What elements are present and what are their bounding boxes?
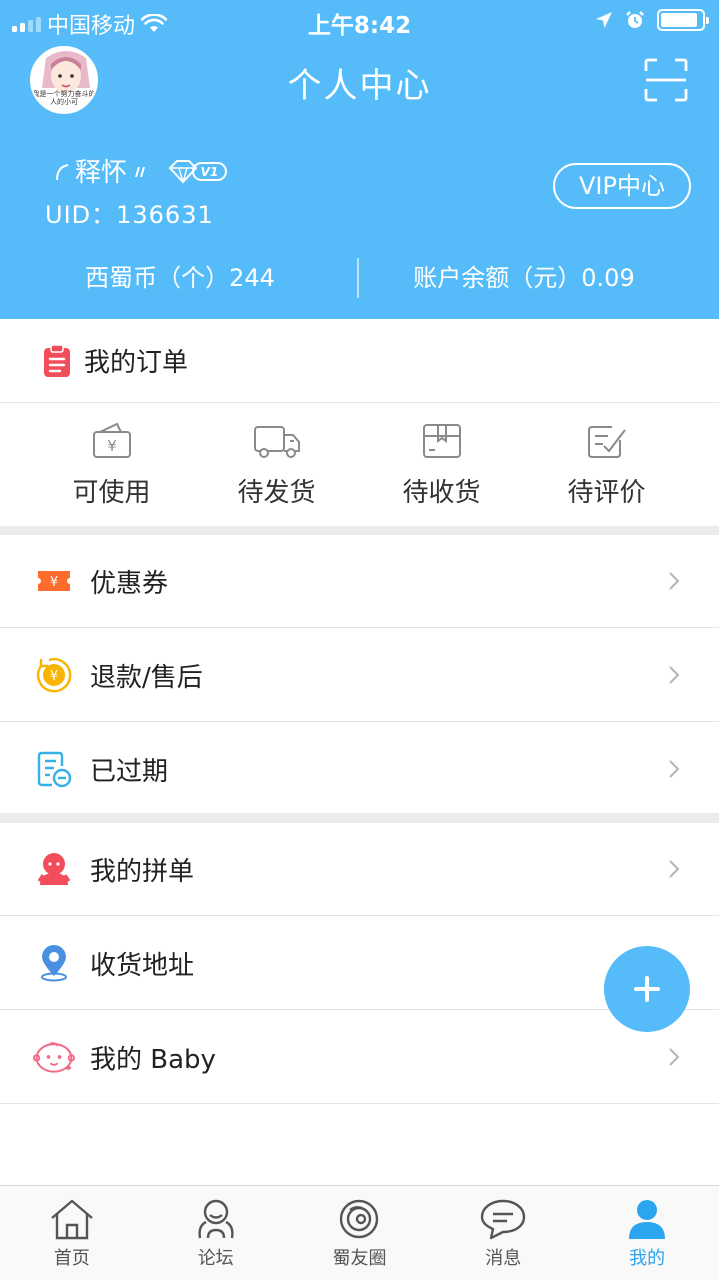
circle-icon	[340, 1199, 379, 1239]
alarm-icon	[626, 11, 644, 28]
chevron-right-icon	[669, 666, 680, 684]
vip-level-label: V1	[201, 165, 219, 179]
home-icon	[51, 1199, 93, 1240]
username: 释怀	[75, 158, 128, 188]
tab-circle[interactable]: 蜀友圈	[288, 1186, 432, 1280]
profile-header: 中国移动 上午8:42 我是一个努力奋斗的人的小可 个人中心 释怀 V1 UID…	[0, 0, 719, 319]
tab-forum-label: 论坛	[197, 1248, 234, 1269]
location-pin-icon	[32, 941, 76, 985]
menu-group-buy[interactable]: 我的拼单	[0, 823, 719, 916]
floating-add-button[interactable]	[604, 946, 690, 1032]
tab-forum[interactable]: 论坛	[144, 1186, 288, 1280]
order-to-review-label: 待评价	[567, 478, 646, 508]
account-stats: 西蜀币（个）244 账户余额（元）0.09	[0, 258, 719, 298]
tab-messages[interactable]: 消息	[431, 1186, 575, 1280]
tab-profile[interactable]: 我的	[575, 1186, 719, 1280]
order-usable-label: 可使用	[72, 478, 151, 508]
menu-address-label: 收货地址	[90, 950, 195, 981]
chevron-right-icon	[669, 860, 680, 878]
menu-expired-label: 已过期	[90, 756, 169, 787]
group-buy-icon	[32, 847, 76, 891]
tab-circle-label: 蜀友圈	[332, 1248, 387, 1269]
baby-icon	[32, 1035, 76, 1079]
location-icon	[596, 12, 612, 28]
tab-home[interactable]: 首页	[0, 1186, 144, 1280]
chevron-right-icon	[669, 1048, 680, 1066]
section-divider	[0, 813, 719, 823]
menu-coupon[interactable]: ¥ 优惠券	[0, 535, 719, 628]
chevron-right-icon	[669, 572, 680, 590]
truck-icon	[253, 426, 300, 458]
plus-icon	[634, 976, 660, 1002]
username-row: 释怀 V1	[55, 152, 229, 189]
my-orders-label: 我的订单	[84, 348, 189, 378]
order-to-receive[interactable]: 待收货	[359, 404, 524, 526]
order-status-grid: ¥ 可使用 待发货 待收货 待评价	[0, 404, 719, 526]
profile-icon	[629, 1200, 666, 1239]
forum-icon	[198, 1199, 234, 1239]
account-balance[interactable]: 账户余额（元）0.09	[359, 258, 689, 298]
order-list-icon	[44, 343, 70, 377]
my-orders-row[interactable]: 我的订单	[0, 319, 719, 403]
expired-icon	[32, 747, 76, 791]
svg-text:¥: ¥	[50, 575, 58, 590]
order-usable[interactable]: ¥ 可使用	[29, 404, 194, 526]
vip-center-button[interactable]: VIP中心	[553, 163, 691, 209]
name-decoration-icon	[56, 163, 69, 180]
scan-icon[interactable]	[644, 58, 688, 102]
review-icon	[587, 426, 626, 458]
menu-expired[interactable]: 已过期	[0, 723, 719, 816]
page-title: 个人中心	[287, 66, 432, 106]
tab-profile-label: 我的	[629, 1248, 666, 1269]
package-icon	[422, 424, 461, 458]
tab-home-label: 首页	[53, 1248, 90, 1269]
vip-badge-icon: V1	[168, 159, 228, 183]
name-decoration-icon	[135, 166, 145, 177]
bottom-tab-bar: 首页 论坛 蜀友圈 消息 我的	[0, 1185, 719, 1280]
order-to-receive-label: 待收货	[402, 478, 481, 508]
message-icon	[481, 1199, 526, 1240]
order-to-ship[interactable]: 待发货	[194, 404, 359, 526]
order-to-review[interactable]: 待评价	[524, 404, 689, 526]
section-divider	[0, 526, 719, 535]
voucher-icon: ¥	[92, 422, 131, 458]
menu-coupon-label: 优惠券	[90, 568, 169, 599]
menu-refund[interactable]: ¥ 退款/售后	[0, 629, 719, 722]
refund-icon: ¥	[32, 653, 76, 697]
battery-icon	[657, 9, 709, 31]
menu-baby-label: 我的 Baby	[90, 1044, 216, 1075]
coupon-icon: ¥	[32, 559, 76, 603]
coin-balance[interactable]: 西蜀币（个）244	[15, 258, 345, 298]
svg-text:¥: ¥	[107, 437, 117, 455]
order-to-ship-label: 待发货	[237, 478, 316, 508]
user-id: UID：136631	[45, 201, 214, 229]
menu-baby[interactable]: 我的 Baby	[0, 1011, 719, 1104]
svg-text:¥: ¥	[50, 669, 58, 684]
chevron-right-icon	[669, 760, 680, 778]
status-bar: 中国移动 上午8:42	[0, 0, 719, 40]
menu-group-buy-label: 我的拼单	[90, 856, 195, 887]
menu-refund-label: 退款/售后	[90, 662, 203, 693]
tab-messages-label: 消息	[485, 1248, 522, 1269]
